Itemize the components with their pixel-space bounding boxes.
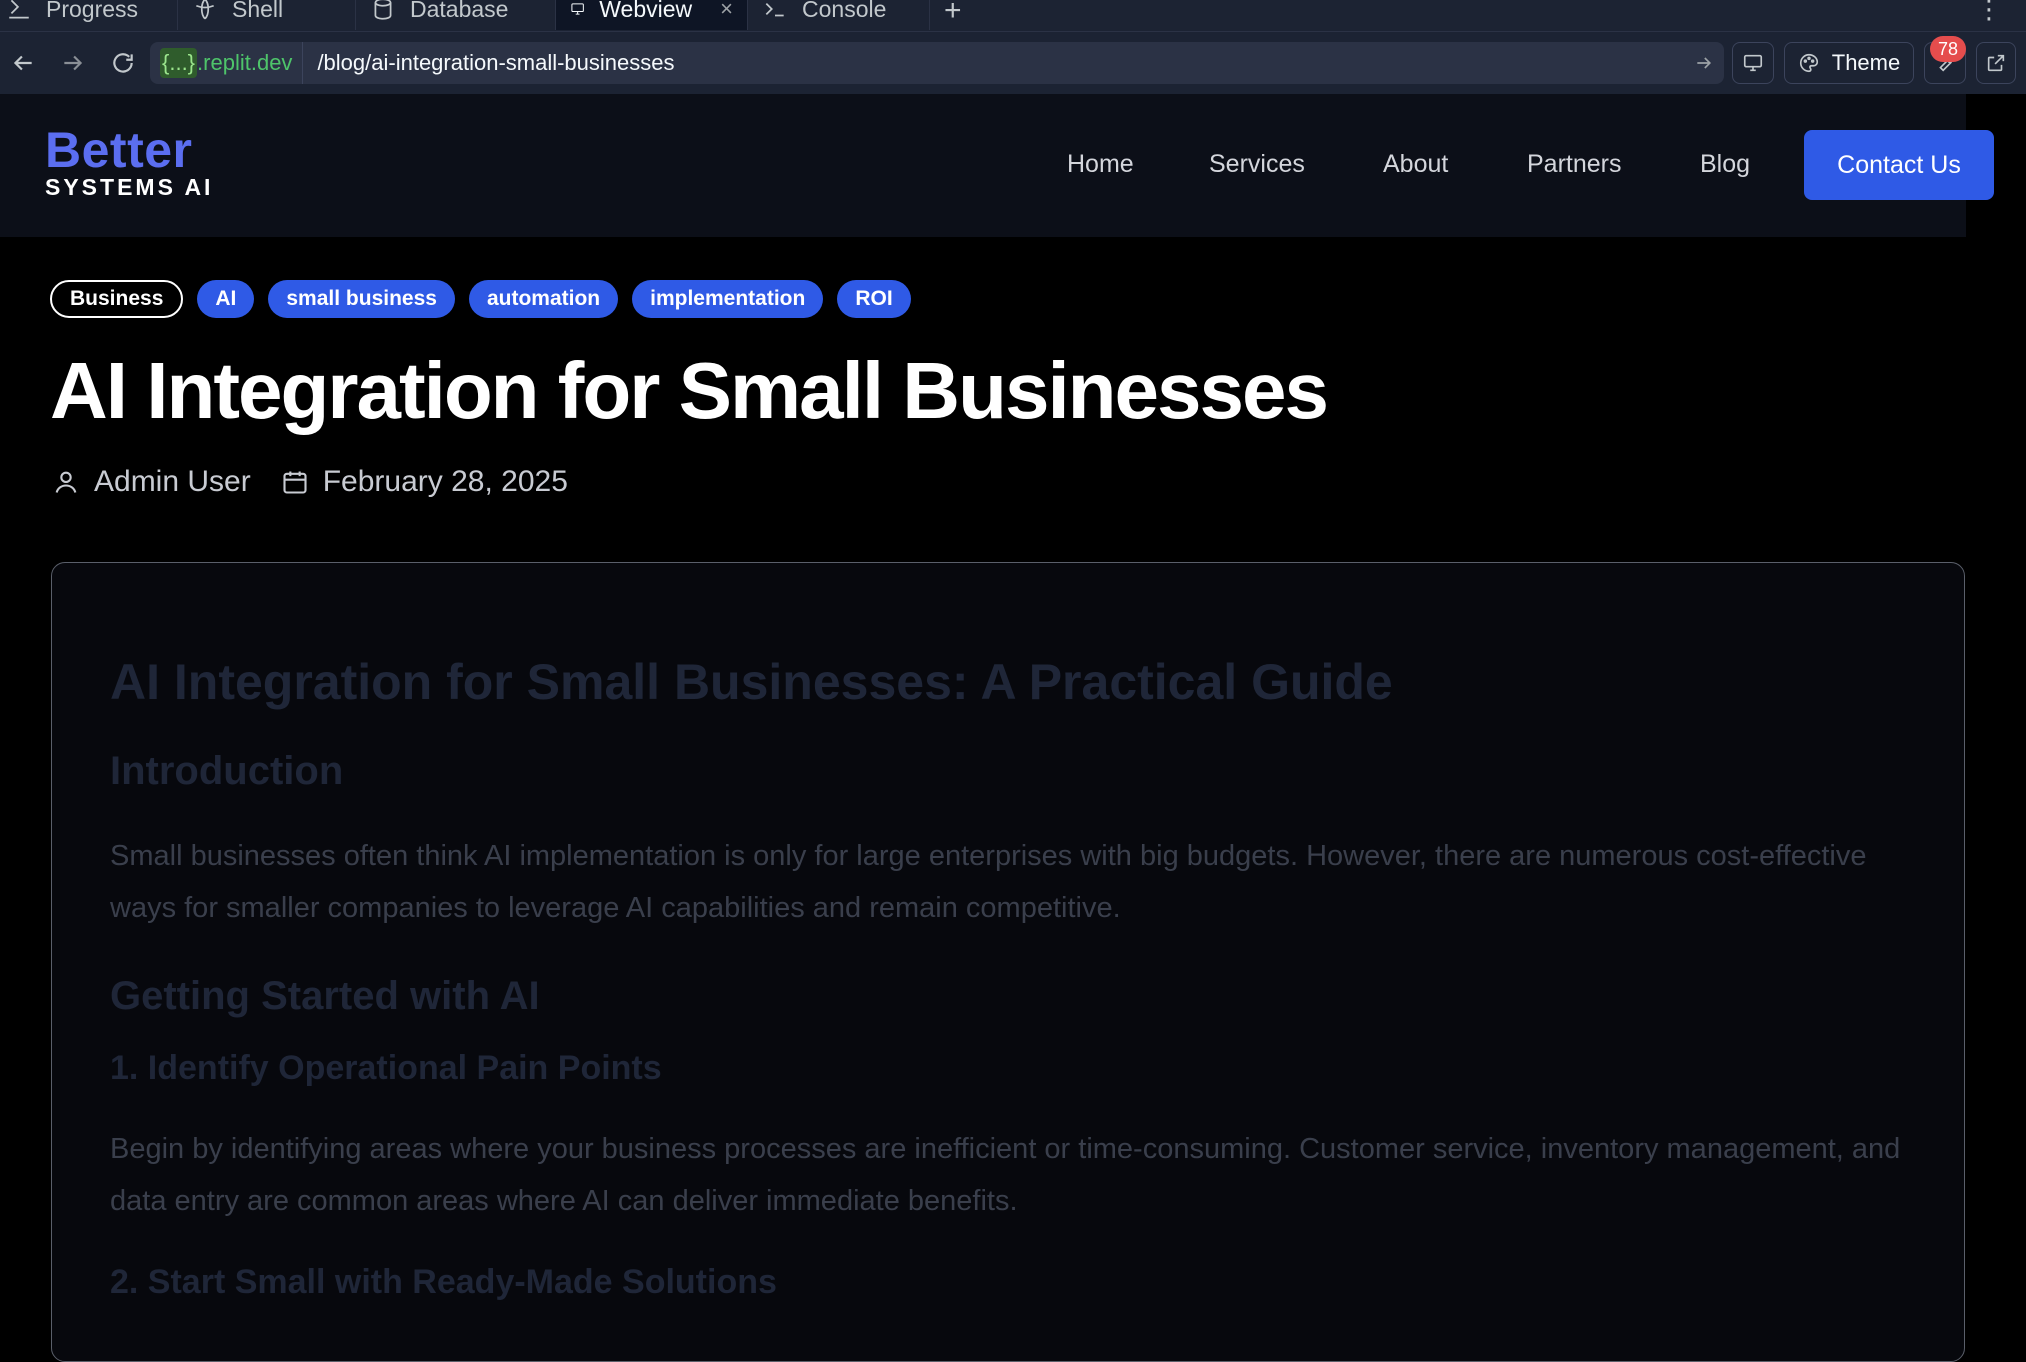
add-tab-button[interactable]: + (944, 0, 962, 28)
tab-label: Console (802, 0, 887, 22)
nav-link-home[interactable]: Home (1067, 150, 1134, 179)
tab-database[interactable]: Database (356, 0, 556, 30)
monitor-icon (571, 3, 584, 15)
database-icon (374, 0, 392, 20)
post-meta: Admin User February 28, 2025 (52, 465, 568, 499)
tab-label: Database (410, 0, 509, 22)
tag-ai[interactable]: AI (197, 280, 255, 318)
content-heading-step-2: 2. Start Small with Ready-Made Solutions (110, 1263, 777, 1301)
webview-toolbar: {...} .replit.dev /blog/ai-integration-sm… (0, 32, 2026, 94)
arrow-right-icon (64, 55, 83, 71)
logo-main-text: Better (45, 122, 193, 178)
monitor-icon (1743, 54, 1763, 72)
palette-icon (1799, 53, 1818, 73)
nav-link-blog[interactable]: Blog (1700, 150, 1750, 179)
nav-link-services[interactable]: Services (1209, 150, 1305, 179)
tab-progress[interactable]: Progress (0, 0, 178, 30)
external-link-icon (1987, 54, 2005, 72)
content-heading-introduction: Introduction (110, 749, 344, 793)
nav-link-about[interactable]: About (1383, 150, 1448, 179)
reload-button[interactable] (106, 46, 140, 80)
content-paragraph-intro: Small businesses often think AI implemen… (110, 840, 1867, 924)
user-icon (55, 471, 77, 493)
close-icon[interactable]: × (720, 0, 733, 22)
tab-label: Webview (599, 0, 693, 22)
tag-small-business[interactable]: small business (268, 280, 455, 318)
content-heading-getting-started: Getting Started with AI (110, 974, 540, 1018)
url-host: {...} .replit.dev (150, 42, 304, 84)
arrow-left-icon (13, 55, 32, 71)
tab-console[interactable]: Console (748, 0, 930, 30)
ide-tab-strip: Progress Shell Database Webview × Consol… (0, 0, 2026, 32)
tab-webview[interactable]: Webview × (556, 0, 748, 30)
tag-implementation[interactable]: implementation (632, 280, 824, 318)
calendar-icon (283, 471, 307, 494)
site-header: Better SYSTEMS AI Home Services About Pa… (0, 94, 1994, 237)
shell-icon (196, 0, 214, 20)
terminal-icon (765, 2, 784, 17)
theme-button[interactable]: Theme (1784, 42, 1914, 84)
logo-sub-text: SYSTEMS AI (45, 174, 214, 200)
content-heading-step-1: 1. Identify Operational Pain Points (110, 1049, 662, 1087)
post-author: Admin User (94, 465, 251, 498)
tag-roi[interactable]: ROI (837, 280, 911, 318)
tag-business[interactable]: Business (50, 280, 184, 318)
post-date: February 28, 2025 (322, 465, 568, 498)
url-host-suffix: .replit.dev (197, 50, 293, 75)
notification-badge: 78 (1930, 36, 1967, 62)
reload-icon (113, 53, 133, 73)
tab-shell[interactable]: Shell (178, 0, 356, 30)
more-menu-icon[interactable]: ⋮ (1976, 0, 2002, 25)
back-button[interactable] (6, 46, 40, 80)
nav-link-partners[interactable]: Partners (1527, 150, 1621, 179)
url-path[interactable]: /blog/ai-integration-small-businesses (303, 50, 1684, 76)
site-logo[interactable]: Better SYSTEMS AI (45, 122, 214, 202)
tab-label: Progress (46, 0, 139, 22)
theme-label: Theme (1831, 50, 1901, 75)
open-external-button[interactable] (1976, 42, 2016, 84)
content-paragraph-step-1: Begin by identifying areas where your bu… (110, 1133, 1901, 1217)
forward-button[interactable] (56, 46, 90, 80)
url-bar[interactable]: {...} .replit.dev /blog/ai-integration-sm… (150, 42, 1724, 84)
go-button[interactable] (1684, 53, 1724, 73)
progress-icon (9, 0, 29, 19)
url-host-prefix: {...} (160, 48, 198, 78)
tag-list: Business AI small business automation im… (50, 280, 911, 318)
tag-automation[interactable]: automation (468, 280, 619, 318)
post-content-card: AI Integration for Small Businesses: A P… (51, 562, 1965, 1362)
tab-label: Shell (232, 0, 284, 22)
post-title: AI Integration for Small Businesses (50, 346, 1329, 435)
arrow-right-icon (1697, 57, 1712, 69)
content-heading-main: AI Integration for Small Businesses: A P… (110, 654, 1393, 710)
contact-us-button[interactable]: Contact Us (1804, 130, 1994, 200)
device-preview-button[interactable] (1732, 42, 1774, 84)
